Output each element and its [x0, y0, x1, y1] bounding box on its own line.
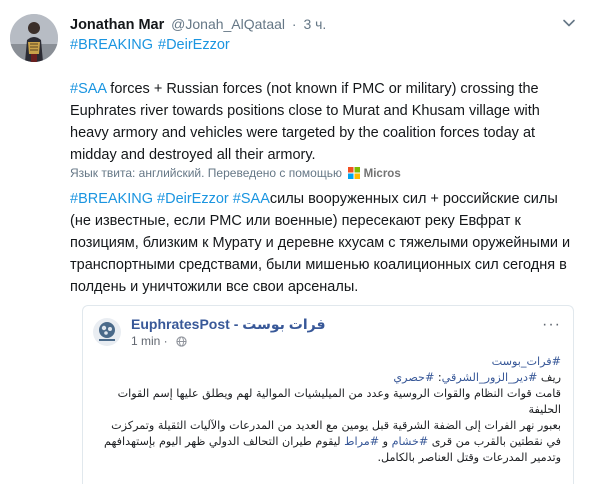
hashtag-link[interactable]: #SAA [70, 81, 106, 97]
more-options-icon[interactable]: ··· [542, 316, 561, 334]
hashtag-link[interactable]: #SAA [233, 191, 270, 207]
page-avatar[interactable] [93, 318, 121, 346]
tweet-text: #SAA forces + Russian forces (not known … [70, 78, 575, 166]
microsoft-logo-icon [348, 167, 361, 179]
embedded-facebook-post[interactable]: EuphratesPost - فرات بوست 1 min · ··· #ف… [82, 305, 574, 484]
hashtag-link[interactable]: #خشام [392, 435, 429, 448]
translation-provider[interactable]: Micros [364, 168, 401, 180]
hashtag-link[interactable]: #فرات_بوست [492, 355, 561, 368]
post-line-text: ريف [537, 371, 561, 384]
post-line: قامت قوات النظام والقوات الروسية وعدد من… [117, 387, 561, 416]
post-line-text: : [434, 371, 442, 384]
post-line-text: في نقطتين بالقرب من قرى [428, 435, 561, 448]
post-line: في نقطتين بالقرب من قرى #خشام و #مراط لي… [91, 434, 561, 450]
user-avatar[interactable] [10, 14, 58, 62]
display-name[interactable]: Jonathan Mar [70, 17, 164, 33]
hashtag-link[interactable]: #BREAKING [70, 37, 153, 53]
hashtag-link[interactable]: #DeirEzzor [158, 37, 230, 53]
post-line: بعبور نهر الفرات إلى الضفة الشرقية قبل ي… [111, 419, 561, 432]
translation-note: Язык твита: английский. Переведено с пом… [70, 164, 401, 183]
hashtag-link[interactable]: #دير_الزور_الشرقي [442, 371, 538, 384]
post-line: وتدمير المدرعات وقتل العناصر بالكامل. [377, 451, 561, 464]
translation-note-text: Язык твита: английский. Переведено с пом… [70, 166, 342, 180]
post-time-text[interactable]: 1 min · [131, 334, 168, 348]
tweet: Jonathan Mar @Jonah_AlQataal · 3 ч. #BRE… [0, 0, 590, 484]
hashtag-link[interactable]: #مراط [344, 435, 379, 448]
post-body: #فرات_بوست ريف #دير_الزور_الشرقي: #حصري … [91, 354, 561, 466]
hashtag-link[interactable]: #BREAKING [70, 191, 153, 207]
page-name[interactable]: EuphratesPost - فرات بوست [131, 316, 326, 333]
tweet-body-text: forces + Russian forces (not known if PM… [70, 81, 540, 163]
header-hashtags: #BREAKING #DeirEzzor [70, 35, 235, 55]
post-line-text: و [379, 435, 392, 448]
user-handle[interactable]: @Jonah_AlQataal [171, 16, 285, 32]
separator-dot: · [291, 16, 297, 32]
tweet-time[interactable]: 3 ч. [303, 16, 326, 32]
hashtag-link[interactable]: #حصري [393, 371, 434, 384]
chevron-down-icon[interactable] [562, 16, 576, 30]
post-line: ريف #دير_الزور_الشرقي: #حصري [91, 370, 561, 386]
hashtag-link[interactable]: #DeirEzzor [157, 191, 229, 207]
translated-text: #BREAKING #DeirEzzor #SAAсилы вооруженны… [70, 188, 575, 298]
tweet-header: Jonathan Mar @Jonah_AlQataal · 3 ч. [70, 13, 326, 35]
post-line: #فرات_بوست [91, 354, 561, 370]
globe-icon [176, 336, 187, 347]
post-line-text: ليقوم طيران التحالف الدولي ظهر اليوم بإس… [104, 435, 345, 448]
post-time: 1 min · [131, 334, 187, 348]
